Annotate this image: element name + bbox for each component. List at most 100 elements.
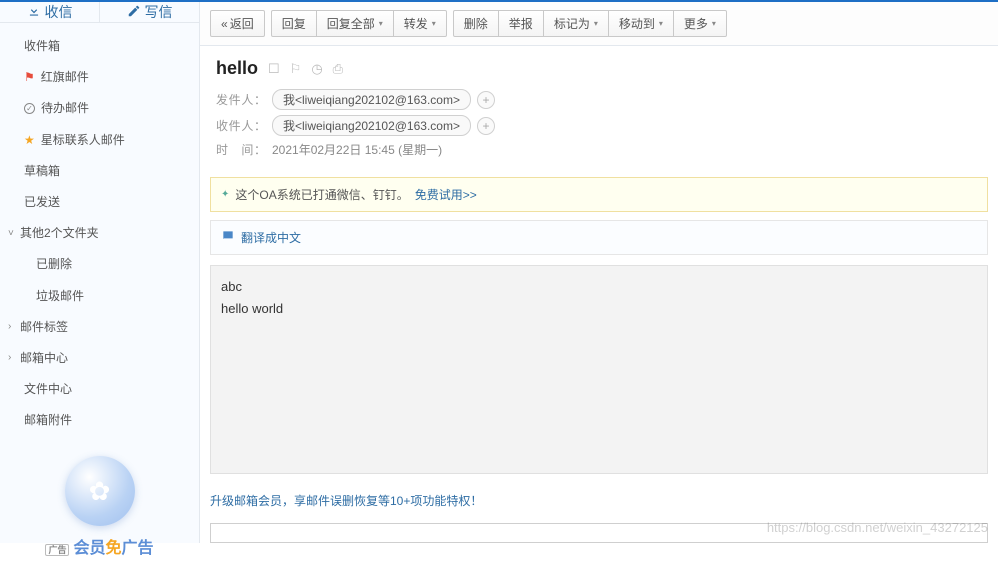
- oa-banner: ✦ 这个OA系统已打通微信、钉钉。 免费试用>>: [210, 177, 988, 212]
- delete-label: 删除: [464, 15, 488, 32]
- reply-group: 回复 回复全部 ▾ 转发 ▾: [271, 10, 447, 37]
- upgrade-promo: 升级邮箱会员，享邮件误删恢复等10+项功能特权！: [210, 486, 988, 515]
- compose-button[interactable]: 写信: [99, 2, 199, 22]
- sidebar-item-file-center[interactable]: 文件中心: [0, 374, 199, 405]
- sidebar-item-mail-center[interactable]: › 邮箱中心: [0, 343, 199, 374]
- sidebar-item-drafts[interactable]: 草稿箱: [0, 156, 199, 187]
- sidebar-item-label: 已删除: [36, 255, 72, 274]
- sidebar-item-label: 草稿箱: [24, 162, 60, 181]
- sidebar-item-label: 待办邮件: [41, 99, 89, 118]
- sidebar-item-label: 邮箱附件: [24, 411, 72, 430]
- time-label: 时 间：: [216, 141, 266, 158]
- sidebar: 收信 写信 收件箱 ⚑ 红旗邮件 ✓ 待办邮件 ★ 星标联系人邮件 草稿箱 已发送 ˅…: [0, 2, 200, 543]
- ad-text: 广告会员免广告: [0, 534, 199, 558]
- more-label: 更多: [684, 15, 708, 32]
- translate-icon: [221, 229, 235, 246]
- back-button[interactable]: «返回: [210, 10, 265, 37]
- add-recipient-button[interactable]: +: [477, 117, 495, 135]
- sender-chip[interactable]: 我<liweiqiang202102@163.com>: [272, 89, 471, 110]
- oa-banner-text: 这个OA系统已打通微信、钉钉。: [235, 186, 408, 203]
- sidebar-item-label: 星标联系人邮件: [41, 131, 125, 150]
- more-button[interactable]: 更多 ▾: [674, 10, 727, 37]
- reply-all-button[interactable]: 回复全部 ▾: [317, 10, 394, 37]
- sidebar-item-label: 文件中心: [24, 380, 72, 399]
- clock-icon: ✓: [24, 103, 35, 114]
- sidebar-item-label: 已发送: [24, 193, 60, 212]
- ad-orb-icon: ✿: [65, 456, 135, 526]
- report-label: 举报: [509, 15, 533, 32]
- flag-outline-icon[interactable]: ⚐: [290, 61, 302, 77]
- sidebar-item-todo[interactable]: ✓ 待办邮件: [0, 93, 199, 124]
- chevron-down-icon: ▾: [432, 19, 436, 28]
- compose-icon: [127, 4, 141, 21]
- forward-button[interactable]: 转发 ▾: [394, 10, 447, 37]
- flag-icon: ⚑: [24, 68, 35, 87]
- ad-badge: 广告: [45, 544, 69, 556]
- sidebar-item-tags[interactable]: › 邮件标签: [0, 312, 199, 343]
- sender-value: 我<liweiqiang202102@163.com>: [283, 91, 460, 108]
- sidebar-item-sent[interactable]: 已发送: [0, 187, 199, 218]
- recipient-chip[interactable]: 我<liweiqiang202102@163.com>: [272, 115, 471, 136]
- chevron-down-icon: ▾: [594, 19, 598, 28]
- reply-button[interactable]: 回复: [271, 10, 317, 37]
- sidebar-item-starred[interactable]: ★ 星标联系人邮件: [0, 125, 199, 156]
- delete-button[interactable]: 删除: [453, 10, 499, 37]
- sidebar-item-label: 其他2个文件夹: [20, 224, 99, 243]
- oa-banner-link[interactable]: 免费试用>>: [415, 186, 477, 203]
- chevron-right-icon: ›: [8, 319, 11, 335]
- sidebar-top-actions: 收信 写信: [0, 2, 199, 23]
- reply-label: 回复: [282, 15, 306, 32]
- translate-link[interactable]: 翻译成中文: [241, 229, 301, 246]
- subject: hello: [216, 58, 258, 79]
- sidebar-ad[interactable]: ✿ 广告会员免广告: [0, 444, 199, 570]
- clock-outline-icon[interactable]: ◷: [311, 61, 322, 77]
- recipient-value: 我<liweiqiang202102@163.com>: [283, 117, 460, 134]
- mark-as-label: 标记为: [554, 15, 590, 32]
- sparkle-icon: ✦: [221, 189, 229, 200]
- sidebar-item-label: 邮箱中心: [20, 349, 68, 368]
- sidebar-item-label: 收件箱: [24, 37, 60, 56]
- quick-reply-input[interactable]: [210, 523, 988, 543]
- toolbar: «返回 回复 回复全部 ▾ 转发 ▾ 删除 举报 标记为 ▾ 移动到 ▾ 更多 ▾: [200, 2, 998, 46]
- sidebar-item-inbox[interactable]: 收件箱: [0, 31, 199, 62]
- report-button[interactable]: 举报: [499, 10, 544, 37]
- download-icon: [27, 4, 41, 21]
- upgrade-link[interactable]: 升级邮箱会员，享邮件误删恢复等10+项功能特权！: [210, 494, 482, 508]
- action-group: 删除 举报 标记为 ▾ 移动到 ▾ 更多 ▾: [453, 10, 727, 37]
- sidebar-item-label: 红旗邮件: [41, 68, 89, 87]
- chevron-down-icon: ▾: [659, 19, 663, 28]
- add-sender-button[interactable]: +: [477, 91, 495, 109]
- move-to-label: 移动到: [619, 15, 655, 32]
- translate-banner[interactable]: 翻译成中文: [210, 220, 988, 255]
- bookmark-icon[interactable]: ☐: [268, 61, 280, 77]
- message-header: hello ☐ ⚐ ◷ ⎙ 发件人： 我<liweiqiang202102@16…: [200, 46, 998, 173]
- receive-label: 收信: [45, 2, 73, 22]
- back-icon: «: [221, 17, 228, 31]
- chevron-down-icon: ▾: [712, 19, 716, 28]
- chevron-down-icon: ˅: [8, 226, 14, 242]
- receive-button[interactable]: 收信: [0, 2, 99, 22]
- mark-as-button[interactable]: 标记为 ▾: [544, 10, 609, 37]
- sidebar-item-deleted[interactable]: 已删除: [0, 249, 199, 280]
- body-line: hello world: [221, 298, 977, 320]
- move-to-button[interactable]: 移动到 ▾: [609, 10, 674, 37]
- back-label: 返回: [230, 15, 254, 32]
- chevron-right-icon: ›: [8, 350, 11, 366]
- star-icon: ★: [24, 131, 35, 150]
- compose-label: 写信: [145, 2, 173, 22]
- forward-label: 转发: [404, 15, 428, 32]
- body-line: abc: [221, 276, 977, 298]
- print-icon[interactable]: ⎙: [333, 61, 343, 77]
- sidebar-list: 收件箱 ⚑ 红旗邮件 ✓ 待办邮件 ★ 星标联系人邮件 草稿箱 已发送 ˅ 其他2个文件…: [0, 23, 199, 444]
- recipient-label: 收件人：: [216, 117, 266, 134]
- reply-all-label: 回复全部: [327, 15, 375, 32]
- sidebar-item-attachments[interactable]: 邮箱附件: [0, 405, 199, 436]
- sidebar-item-spam[interactable]: 垃圾邮件: [0, 281, 199, 312]
- sender-label: 发件人：: [216, 91, 266, 108]
- sidebar-item-flagged[interactable]: ⚑ 红旗邮件: [0, 62, 199, 93]
- sidebar-item-label: 邮件标签: [20, 318, 68, 337]
- sidebar-item-other-folders[interactable]: ˅ 其他2个文件夹: [0, 218, 199, 249]
- message-body: abc hello world: [210, 265, 988, 474]
- time-value: 2021年02月22日 15:45 (星期一): [272, 141, 442, 158]
- chevron-down-icon: ▾: [379, 19, 383, 28]
